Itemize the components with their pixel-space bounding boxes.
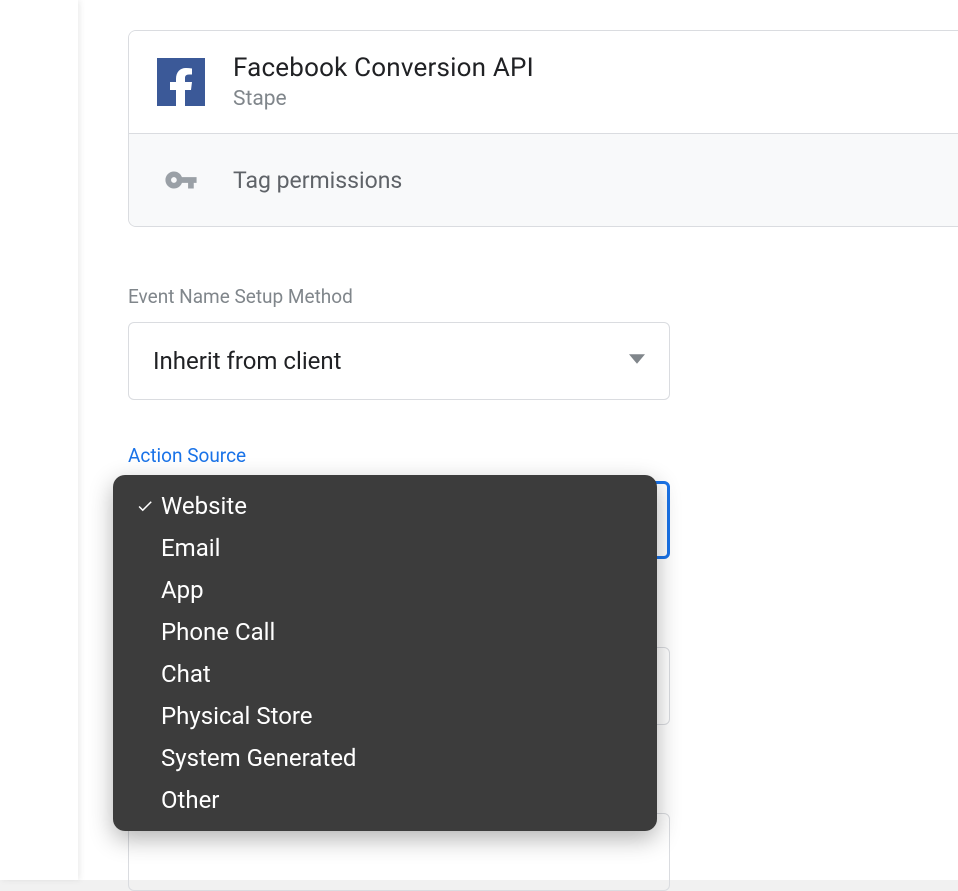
event-name-setup-value: Inherit from client — [153, 347, 342, 375]
dropdown-option[interactable]: Website — [113, 485, 657, 527]
facebook-icon — [157, 58, 205, 106]
tag-header-row: Facebook Conversion API Stape — [129, 31, 958, 134]
dropdown-option[interactable]: System Generated — [113, 737, 657, 779]
dropdown-option-label: Physical Store — [159, 702, 313, 730]
dropdown-option-label: Other — [159, 786, 219, 814]
dropdown-option[interactable]: Phone Call — [113, 611, 657, 653]
tag-header-card: Facebook Conversion API Stape Tag permis… — [128, 30, 958, 227]
check-icon — [131, 497, 159, 515]
event-name-setup-label: Event Name Setup Method — [128, 285, 958, 308]
tag-header-text: Facebook Conversion API Stape — [205, 53, 534, 111]
action-source-label: Action Source — [128, 444, 958, 467]
dropdown-option[interactable]: Chat — [113, 653, 657, 695]
dropdown-option-label: Phone Call — [159, 618, 275, 646]
chevron-down-icon — [629, 351, 645, 371]
left-gutter — [0, 0, 78, 880]
action-source-dropdown: Website Email App Phone Call Chat Physical St… — [113, 475, 657, 831]
dropdown-option-label: Website — [159, 492, 247, 520]
tag-subtitle: Stape — [233, 87, 534, 111]
dropdown-option-label: System Generated — [159, 744, 356, 772]
dropdown-option[interactable]: App — [113, 569, 657, 611]
key-icon — [157, 156, 205, 204]
event-name-setup-group: Event Name Setup Method Inherit from cli… — [128, 285, 958, 400]
dropdown-option-label: Chat — [159, 660, 211, 688]
tag-title: Facebook Conversion API — [233, 53, 534, 83]
dropdown-option[interactable]: Other — [113, 779, 657, 821]
dropdown-option[interactable]: Email — [113, 527, 657, 569]
tag-permissions-row[interactable]: Tag permissions — [129, 134, 958, 226]
dropdown-option-label: App — [159, 576, 204, 604]
tag-permissions-label: Tag permissions — [205, 167, 402, 194]
event-name-setup-select[interactable]: Inherit from client — [128, 322, 670, 400]
dropdown-option-label: Email — [159, 534, 220, 562]
dropdown-option[interactable]: Physical Store — [113, 695, 657, 737]
